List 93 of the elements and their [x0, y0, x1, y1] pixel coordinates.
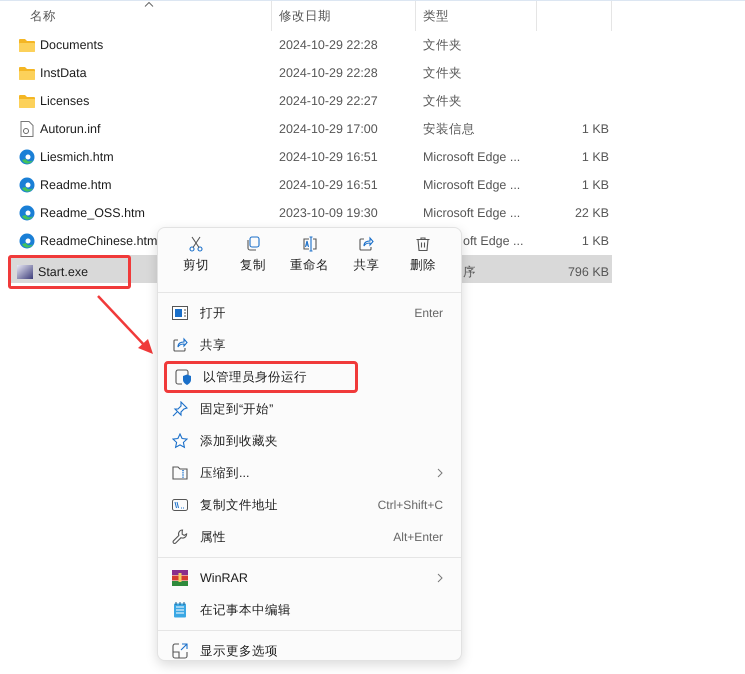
menu-item[interactable]: 固定到“开始” — [162, 393, 457, 425]
file-row[interactable]: Readme.htm 2024-10-29 16:51 Microsoft Edge ... 1 KB — [10, 171, 612, 199]
folder-icon — [19, 65, 35, 81]
wrench-icon — [172, 529, 188, 545]
scissors-icon — [188, 236, 204, 252]
share-icon — [358, 236, 374, 252]
date-modified: 2024-10-29 22:28 — [279, 66, 378, 80]
menu-item[interactable]: 在记事本中编辑 — [162, 594, 457, 626]
share-icon — [172, 337, 188, 353]
file-row[interactable]: Documents 2024-10-29 22:28 文件夹 — [10, 31, 612, 59]
file-name[interactable]: InstData — [40, 66, 87, 80]
date-modified: 2024-10-29 22:27 — [279, 94, 378, 108]
menu-item[interactable]: 属性 Alt+Enter — [162, 521, 457, 553]
window-icon — [172, 305, 188, 321]
menu-item[interactable]: WinRAR — [162, 562, 457, 594]
menu-item[interactable]: 打开 Enter — [162, 297, 457, 329]
date-modified: 2024-10-29 16:51 — [279, 150, 378, 164]
file-row[interactable]: Liesmich.htm 2024-10-29 16:51 Microsoft Edge ... 1 KB — [10, 143, 612, 171]
date-modified: 2024-10-29 17:00 — [279, 122, 378, 136]
shortcut-text: Alt+Enter — [393, 530, 443, 544]
menu-item-label: 复制文件地址 — [200, 496, 278, 514]
menu-item-label: 添加到收藏夹 — [200, 432, 278, 450]
browser-file-icon — [19, 205, 35, 221]
file-name[interactable]: Liesmich.htm — [40, 150, 114, 164]
file-row[interactable]: Autorun.inf 2024-10-29 17:00 安装信息 1 KB — [10, 115, 612, 143]
file-type: 序 — [463, 264, 476, 280]
file-name[interactable]: Readme.htm — [40, 178, 112, 192]
shortcut-text: Ctrl+Shift+C — [378, 498, 443, 512]
file-type: Microsoft Edge ... — [423, 178, 520, 192]
menu-item-label: 打开 — [200, 304, 226, 322]
file-name[interactable]: Readme_OSS.htm — [40, 206, 145, 220]
menu-item-label: 压缩到... — [200, 464, 250, 482]
file-row[interactable]: Licenses 2024-10-29 22:27 文件夹 — [10, 87, 612, 115]
file-type: 文件夹 — [423, 64, 462, 82]
sort-caret-icon[interactable] — [144, 1, 154, 7]
file-type: Microsoft Edge ... — [423, 150, 520, 164]
application-icon — [17, 264, 33, 280]
file-size: 22 KB — [574, 206, 609, 220]
archive-books-icon — [172, 570, 188, 586]
menu-item-label: 以管理员身份运行 — [203, 368, 307, 386]
file-row[interactable]: Readme_OSS.htm 2023-10-09 19:30 Microsoft Edge ... 22 KB — [10, 199, 612, 227]
menu-item-label: 共享 — [200, 336, 226, 354]
menu-item-label: 属性 — [200, 528, 226, 546]
menu-item-label: 显示更多选项 — [200, 642, 278, 660]
menu-item[interactable]: 以管理员身份运行 — [162, 361, 457, 393]
browser-file-icon — [19, 149, 35, 165]
date-modified: 2024-10-29 16:51 — [279, 178, 378, 192]
notepad-icon — [172, 602, 188, 618]
file-row[interactable]: InstData 2024-10-29 22:28 文件夹 — [10, 59, 612, 87]
file-name[interactable]: Documents — [40, 38, 104, 52]
zip-folder-icon — [172, 465, 188, 481]
annotation-arrow — [96, 294, 156, 356]
expand-icon — [172, 643, 188, 659]
menu-item-label: WinRAR — [200, 571, 248, 585]
copy-icon — [244, 236, 261, 252]
menu-item[interactable]: 添加到收藏夹 — [162, 425, 457, 457]
shield-icon — [175, 369, 191, 385]
file-type: oft Edge ... — [463, 234, 524, 248]
file-type: 文件夹 — [423, 92, 462, 110]
file-name[interactable]: Autorun.inf — [40, 122, 100, 136]
menu-item[interactable]: 显示更多选项 — [162, 635, 457, 667]
shortcut-text: Enter — [414, 306, 443, 320]
settings-file-icon — [19, 121, 35, 137]
file-size: 1 KB — [582, 234, 609, 248]
trash-icon — [415, 236, 431, 252]
browser-file-icon — [19, 177, 35, 193]
column-header[interactable]: 类型 — [423, 8, 449, 24]
file-size: 796 KB — [568, 265, 609, 279]
rename-icon — [302, 236, 318, 252]
file-type: Microsoft Edge ... — [423, 206, 520, 220]
folder-icon — [19, 37, 35, 53]
menu-item-label: 在记事本中编辑 — [200, 602, 291, 618]
menu-item[interactable]: 共享 — [162, 329, 457, 361]
pin-icon — [172, 401, 188, 417]
file-type: 文件夹 — [423, 36, 462, 54]
star-icon — [172, 433, 188, 449]
file-name[interactable]: Licenses — [40, 94, 90, 108]
file-size: 1 KB — [582, 178, 609, 192]
file-name[interactable]: Start.exe — [38, 265, 88, 279]
browser-file-icon — [19, 233, 35, 249]
date-modified: 2024-10-29 22:28 — [279, 38, 378, 52]
path-icon — [172, 497, 188, 513]
menu-item[interactable]: 复制文件地址 Ctrl+Shift+C — [162, 489, 457, 521]
column-header[interactable]: 名称 — [30, 8, 56, 24]
date-modified: 2023-10-09 19:30 — [279, 206, 378, 220]
column-header[interactable]: 修改日期 — [279, 8, 331, 24]
file-name[interactable]: ReadmeChinese.htm — [40, 234, 158, 248]
file-type: 安装信息 — [423, 120, 475, 138]
menu-item-label: 固定到“开始” — [200, 400, 274, 418]
folder-icon — [19, 93, 35, 109]
file-size: 1 KB — [582, 150, 609, 164]
menu-item[interactable]: 压缩到... — [162, 457, 457, 489]
file-size: 1 KB — [582, 122, 609, 136]
